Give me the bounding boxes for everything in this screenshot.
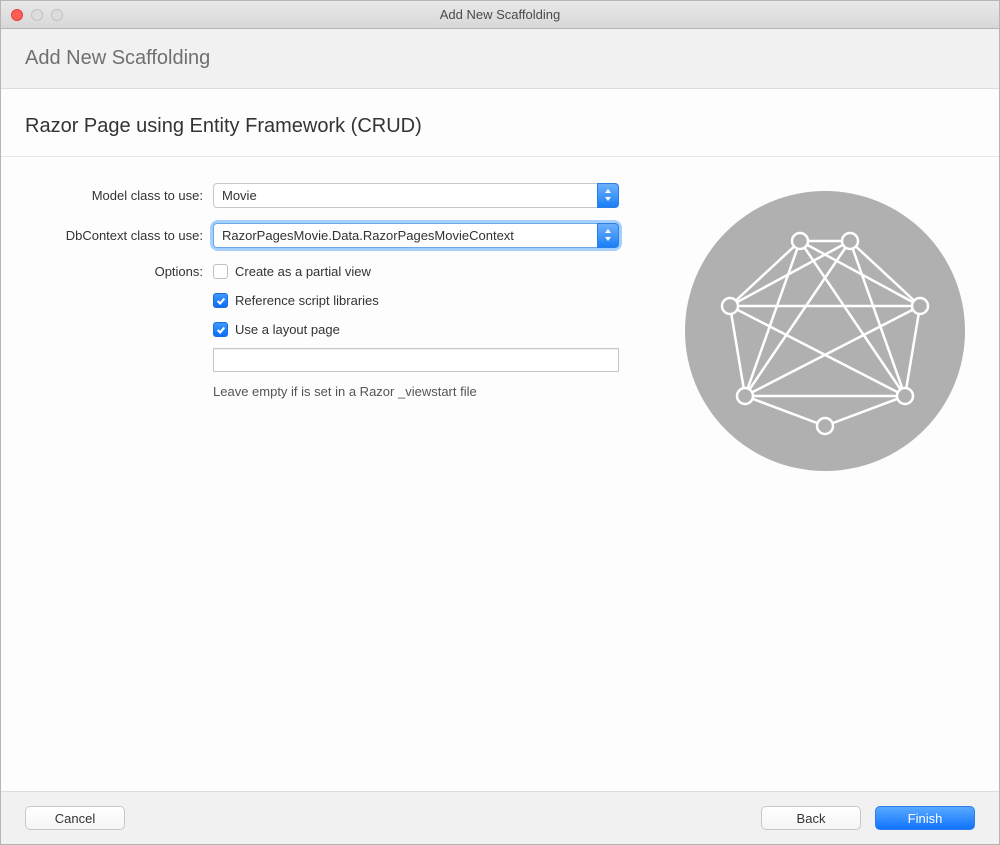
decorative-graphic [675,181,975,471]
form-area: Model class to use: DbContext class to u… [1,157,999,495]
check-icon [216,325,226,335]
dbcontext-class-dropdown-button[interactable] [597,223,619,248]
maximize-window-button[interactable] [51,9,63,21]
footer-right-buttons: Back Finish [761,806,975,830]
close-window-button[interactable] [11,9,23,21]
dbcontext-class-combobox[interactable] [213,223,619,248]
layout-helper-text: Leave empty if is set in a Razor _viewst… [213,384,635,399]
model-class-row: Model class to use: [25,181,635,209]
graph-icon [685,191,965,471]
options-row: Options: Create as a partial view [25,261,635,399]
finish-button[interactable]: Finish [875,806,975,830]
layout-page-input[interactable] [213,348,619,372]
script-libraries-checkbox[interactable] [213,293,228,308]
dialog-header-title: Add New Scaffolding [25,47,975,70]
titlebar: Add New Scaffolding [1,1,999,29]
dbcontext-class-label: DbContext class to use: [25,228,213,243]
updown-icon [604,229,612,241]
minimize-window-button[interactable] [31,9,43,21]
dialog-header: Add New Scaffolding [1,29,999,89]
page-subtitle: Razor Page using Entity Framework (CRUD) [25,115,975,138]
layout-page-checkbox[interactable] [213,322,228,337]
cancel-button[interactable]: Cancel [25,806,125,830]
dbcontext-class-row: DbContext class to use: [25,221,635,249]
partial-view-option[interactable]: Create as a partial view [213,261,635,282]
back-button[interactable]: Back [761,806,861,830]
model-class-dropdown-button[interactable] [597,183,619,208]
model-class-label: Model class to use: [25,188,213,203]
updown-icon [604,189,612,201]
script-libraries-label: Reference script libraries [235,293,379,308]
subtitle-area: Razor Page using Entity Framework (CRUD) [1,89,999,157]
dialog-window: Add New Scaffolding Add New Scaffolding … [0,0,1000,845]
partial-view-label: Create as a partial view [235,264,371,279]
window-title: Add New Scaffolding [1,7,999,22]
options-stack: Create as a partial view Reference scrip… [213,261,635,399]
dialog-content: Razor Page using Entity Framework (CRUD)… [1,89,999,791]
model-class-combobox[interactable] [213,183,619,208]
model-class-input[interactable] [213,183,597,208]
partial-view-checkbox[interactable] [213,264,228,279]
script-libraries-option[interactable]: Reference script libraries [213,290,635,311]
form-left: Model class to use: DbContext class to u… [25,181,635,471]
layout-page-label: Use a layout page [235,322,340,337]
window-controls [1,9,63,21]
options-label: Options: [25,261,213,279]
check-icon [216,296,226,306]
layout-page-option[interactable]: Use a layout page [213,319,635,340]
dialog-footer: Cancel Back Finish [1,791,999,844]
dbcontext-class-input[interactable] [213,223,597,248]
